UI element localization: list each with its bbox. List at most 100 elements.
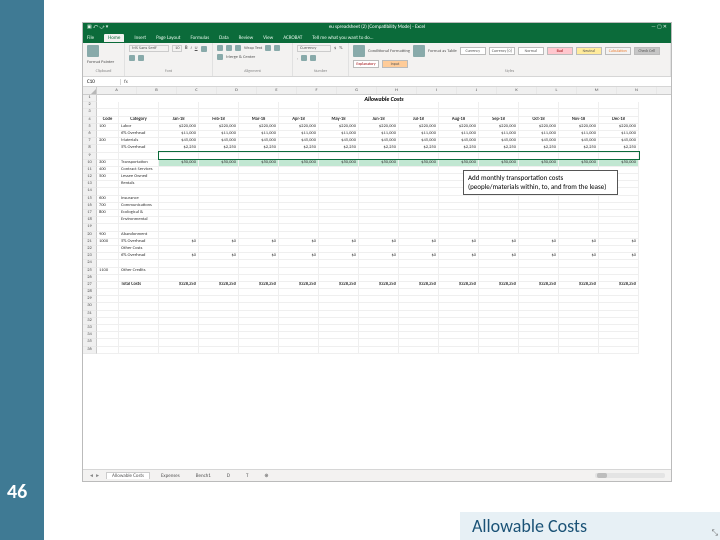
- cell-value[interactable]: [439, 275, 479, 282]
- cell[interactable]: [599, 332, 639, 339]
- cell[interactable]: [119, 311, 159, 318]
- cell-value[interactable]: [359, 203, 399, 210]
- cell[interactable]: [97, 318, 119, 325]
- tab-review[interactable]: Review: [239, 35, 254, 41]
- cell[interactable]: [479, 347, 519, 354]
- cell-code[interactable]: 1100: [97, 268, 119, 275]
- cell-value[interactable]: [239, 188, 279, 195]
- cell[interactable]: [479, 102, 519, 109]
- cell[interactable]: [279, 296, 319, 303]
- cell-value[interactable]: [279, 188, 319, 195]
- cell-value[interactable]: [359, 181, 399, 188]
- cell-value[interactable]: [559, 260, 599, 267]
- cell-value[interactable]: [439, 268, 479, 275]
- cell-code[interactable]: 400: [97, 167, 119, 174]
- cell[interactable]: [159, 325, 199, 332]
- cell-value[interactable]: [599, 224, 639, 231]
- cell[interactable]: [159, 296, 199, 303]
- cell-value[interactable]: [519, 246, 559, 253]
- cell[interactable]: [159, 109, 199, 116]
- cell[interactable]: [519, 325, 559, 332]
- cell-value[interactable]: [199, 268, 239, 275]
- cell-value[interactable]: $11,000: [319, 131, 359, 138]
- merge-center-button[interactable]: Merge & Center: [226, 55, 255, 60]
- cell[interactable]: [119, 102, 159, 109]
- cell[interactable]: [359, 303, 399, 310]
- cell-value[interactable]: [239, 260, 279, 267]
- cell-value[interactable]: [599, 210, 639, 217]
- cell-value[interactable]: $50,000: [559, 160, 599, 167]
- cell[interactable]: [439, 339, 479, 346]
- cell[interactable]: [319, 332, 359, 339]
- cell-value[interactable]: $11,000: [479, 131, 519, 138]
- cell-value[interactable]: [279, 260, 319, 267]
- cell-value[interactable]: $2,250: [399, 145, 439, 152]
- cell-value[interactable]: [279, 224, 319, 231]
- cell-value[interactable]: $2,250: [479, 145, 519, 152]
- cell-category[interactable]: 5% Overhead: [119, 145, 159, 152]
- cell-value[interactable]: $50,000: [599, 160, 639, 167]
- cell-value[interactable]: [399, 167, 439, 174]
- cell-value[interactable]: [279, 181, 319, 188]
- cell-value[interactable]: $328,250: [199, 282, 239, 289]
- cell[interactable]: [97, 102, 119, 109]
- cell-value[interactable]: $2,250: [199, 145, 239, 152]
- cell-value[interactable]: [359, 224, 399, 231]
- cell-category[interactable]: [119, 275, 159, 282]
- cell[interactable]: [479, 325, 519, 332]
- cell[interactable]: [479, 311, 519, 318]
- cell-category[interactable]: Other Costs: [119, 246, 159, 253]
- cell-value[interactable]: [359, 196, 399, 203]
- cell-value[interactable]: [439, 196, 479, 203]
- cell[interactable]: [359, 347, 399, 354]
- cell-value[interactable]: [399, 181, 439, 188]
- cell-code[interactable]: [97, 153, 119, 160]
- cell-value[interactable]: [519, 217, 559, 224]
- cell[interactable]: [479, 289, 519, 296]
- rowhdr[interactable]: 3: [83, 109, 97, 116]
- cell-value[interactable]: [279, 268, 319, 275]
- cell-value[interactable]: $50,000: [159, 160, 199, 167]
- cell-value[interactable]: [159, 210, 199, 217]
- cell-value[interactable]: [399, 246, 439, 253]
- cell-value[interactable]: $2,250: [439, 145, 479, 152]
- cell-value[interactable]: $45,000: [439, 138, 479, 145]
- cell-value[interactable]: [479, 196, 519, 203]
- cell[interactable]: [119, 296, 159, 303]
- cell[interactable]: [319, 303, 359, 310]
- cell[interactable]: [519, 102, 559, 109]
- cell-value[interactable]: [559, 232, 599, 239]
- cell-value[interactable]: $2,250: [519, 145, 559, 152]
- cell-value[interactable]: [519, 210, 559, 217]
- cell[interactable]: [119, 289, 159, 296]
- cell-category[interactable]: Total Costs: [119, 282, 159, 289]
- cell[interactable]: [319, 325, 359, 332]
- cell-value[interactable]: $328,250: [519, 282, 559, 289]
- cell-value[interactable]: [279, 167, 319, 174]
- header-cell[interactable]: Feb-18: [199, 117, 239, 124]
- tab-acrobat[interactable]: ACROBAT: [283, 35, 302, 41]
- cell[interactable]: [439, 303, 479, 310]
- cell[interactable]: [399, 339, 439, 346]
- cell[interactable]: [279, 109, 319, 116]
- rowhdr[interactable]: 25: [83, 268, 97, 275]
- cell-value[interactable]: [159, 181, 199, 188]
- cell-value[interactable]: $2,250: [159, 145, 199, 152]
- cell[interactable]: [519, 339, 559, 346]
- rowhdr[interactable]: 6: [83, 131, 97, 138]
- rowhdr[interactable]: 26: [83, 275, 97, 282]
- rowhdr[interactable]: 10: [83, 160, 97, 167]
- cell-category[interactable]: 6% Overhead: [119, 131, 159, 138]
- cell-value[interactable]: [559, 210, 599, 217]
- rowhdr[interactable]: 18: [83, 217, 97, 224]
- cell[interactable]: [319, 102, 359, 109]
- cell-value[interactable]: $220,000: [239, 124, 279, 131]
- align-right-icon[interactable]: [217, 54, 223, 60]
- cell-value[interactable]: $0: [599, 239, 639, 246]
- cell[interactable]: [519, 332, 559, 339]
- cell-value[interactable]: $45,000: [479, 138, 519, 145]
- cell-code[interactable]: 300: [97, 160, 119, 167]
- cell-value[interactable]: $11,000: [279, 131, 319, 138]
- cell-value[interactable]: [319, 153, 359, 160]
- currency-icon[interactable]: $: [334, 46, 336, 51]
